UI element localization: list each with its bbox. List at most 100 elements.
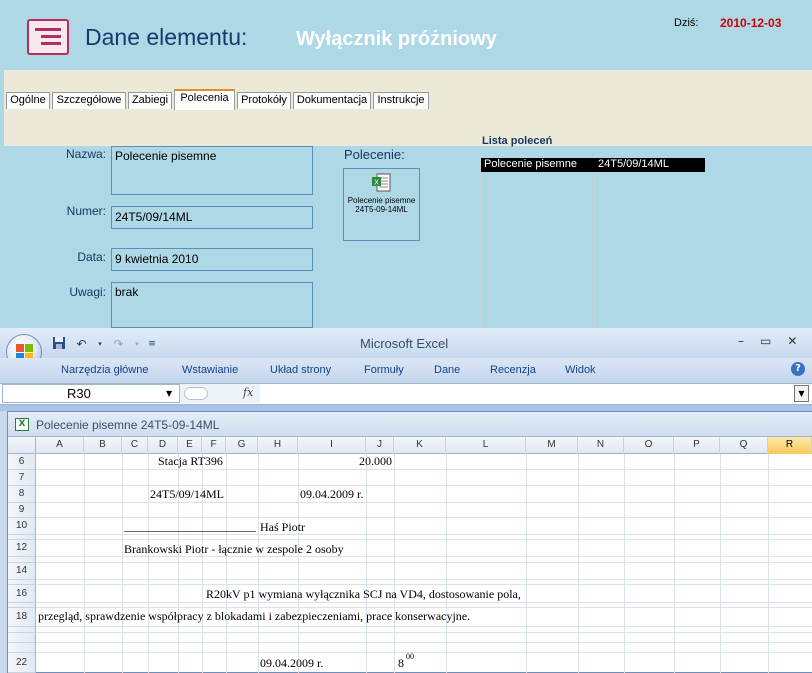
tab-protocols[interactable]: Protokóły [237,92,291,109]
row-header[interactable]: 18 [8,608,36,627]
tab-instructions[interactable]: Instrukcje [373,92,429,109]
column-header[interactable]: B [84,437,122,454]
cell-team[interactable]: Brankowski Piotr - łącznie w zespole 2 o… [124,542,344,557]
column-header[interactable]: N [578,437,624,454]
attachment-name-line1: Polecenie pisemne [347,196,416,205]
cell-start-date[interactable]: 09.04.2009 r. [260,656,323,671]
name-box[interactable]: R30 [2,384,180,403]
column-header[interactable]: F [202,437,226,454]
column-header[interactable]: L [446,437,526,454]
column-header[interactable]: H [258,437,298,454]
column-header-selected[interactable]: R [768,437,812,454]
formula-input[interactable] [262,386,792,401]
column-header[interactable]: J [366,437,394,454]
tab-commands[interactable]: Polecenia [174,89,235,110]
row-header[interactable]: 8 [8,486,36,503]
office-logo-green [25,344,33,352]
tab-pane-top [4,110,812,146]
attachment-name-line2: 24T5-09-14ML [355,205,408,214]
column-header[interactable]: E [178,437,202,454]
grid-line [148,454,149,673]
notes-label: Uwagi: [69,285,106,299]
cell-start-minute[interactable]: 00 [406,652,414,661]
redo-dropdown-icon[interactable]: ▾ [133,336,141,353]
cell-order-number[interactable]: 24T5/09/14ML [150,487,224,502]
column-header[interactable]: P [674,437,720,454]
formula-expand-handle[interactable] [184,387,208,400]
row-header[interactable]: 10 [8,518,36,535]
row-header[interactable]: 9 [8,503,36,518]
column-header[interactable]: I [298,437,366,454]
row-header[interactable]: 12 [8,540,36,557]
ribbon-tab-view[interactable]: Widok [565,364,596,376]
row-header[interactable]: 7 [8,470,36,486]
grid-line [258,454,259,673]
ribbon-tab-review[interactable]: Recenzja [490,364,536,376]
grid-line [768,454,769,673]
grid-line [446,454,447,673]
date-field[interactable]: 9 kwietnia 2010 [111,248,313,271]
row-header[interactable]: 22 [8,653,36,673]
cell-signature-line[interactable]: ______________________ [124,519,256,534]
ribbon-tab-formulas[interactable]: Formuły [364,364,404,376]
grid-line [36,642,812,643]
name-label: Nazwa: [65,147,106,161]
tab-details[interactable]: Szczegółowe [52,92,126,109]
grid-line [36,607,812,608]
name-field[interactable]: Polecenie pisemne [111,146,313,195]
cell-station-value[interactable]: 20.000 [359,454,392,469]
row-header[interactable]: 6 [8,454,36,470]
column-header[interactable]: G [226,437,258,454]
command-attachment[interactable]: X Polecenie pisemne 24T5-09-14ML [343,168,420,241]
undo-dropdown-icon[interactable]: ▾ [96,336,104,353]
column-header[interactable]: A [36,437,84,454]
grid-line [36,652,812,653]
ribbon-tab-home[interactable]: Narzędzia główne [61,364,148,376]
column-header[interactable]: K [394,437,446,454]
number-field[interactable]: 24T5/09/14ML [111,206,313,229]
cell-task-line1[interactable]: R20kV p1 wymiana wyłącznika SCJ na VD4, … [206,587,521,602]
tab-documentation[interactable]: Dokumentacja [293,92,371,109]
row-header[interactable]: 21 [8,643,36,653]
column-header[interactable]: O [624,437,674,454]
column-header[interactable]: D [148,437,178,454]
command-list-divider [594,157,595,328]
grid-line [720,454,721,673]
undo-icon[interactable]: ↶ [73,336,90,353]
grid-line [36,485,812,486]
close-icon[interactable]: ✕ [787,334,797,348]
formula-bar-expand-icon[interactable]: ▼ [794,385,809,402]
help-icon[interactable]: ? [791,362,805,376]
row-header[interactable]: 16 [8,585,36,603]
name-box-dropdown-icon[interactable]: ▼ [166,389,172,398]
command-list-row[interactable]: Polecenie pisemne 24T5/09/14ML [481,158,705,172]
grid-line [226,454,227,673]
ribbon-tab-page-layout[interactable]: Układ strony [270,364,331,376]
cell-start-hour[interactable]: 8 [398,656,404,671]
save-icon[interactable] [50,336,67,353]
today-label: Dziś: [674,17,699,29]
ribbon-tab-data[interactable]: Dane [434,364,460,376]
insert-function-icon[interactable]: fx [243,386,253,399]
customize-toolbar-icon[interactable]: ≡ [147,336,157,353]
cell-task-line2[interactable]: przegląd, sprawdzenie współpracy z bloka… [38,609,470,624]
tab-general[interactable]: Ogólne [6,92,50,109]
column-header[interactable]: Q [720,437,768,454]
column-header[interactable]: C [122,437,148,454]
grid-line [36,632,812,633]
command-list[interactable]: Polecenie pisemne 24T5/09/14ML [480,157,705,328]
row-header[interactable]: 14 [8,563,36,580]
cell-order-date[interactable]: 09.04.2009 r. [300,487,363,502]
select-all-corner[interactable] [8,437,36,454]
cell-station[interactable]: Stacja RT396 [158,454,223,469]
redo-icon[interactable]: ↷ [110,336,127,353]
grid-line [674,454,675,673]
ribbon-tab-insert[interactable]: Wstawianie [182,364,238,376]
column-header[interactable]: M [526,437,578,454]
tab-procedures[interactable]: Zabiegi [128,92,172,109]
minimize-icon[interactable]: – [738,334,744,348]
notes-field[interactable]: brak [111,282,313,328]
row-header[interactable]: 20 [8,633,36,643]
cell-issuer[interactable]: Haś Piotr [260,520,305,535]
maximize-icon[interactable]: ▭ [760,334,771,348]
